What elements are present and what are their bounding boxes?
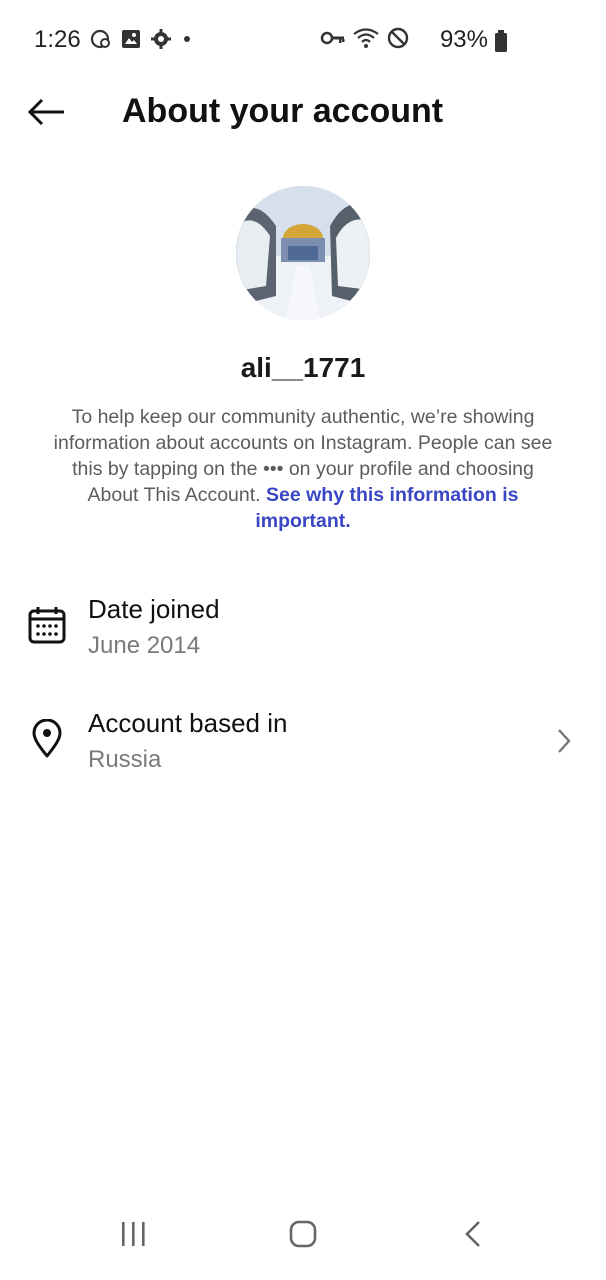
see-why-link[interactable]: See why this information is important.	[255, 484, 518, 532]
username: ali__1771	[240, 352, 366, 383]
home-icon	[288, 1219, 318, 1254]
avatar-image	[236, 186, 370, 320]
recents-icon	[118, 1220, 148, 1253]
account-based-in-label: Account based in	[88, 708, 288, 738]
calendar-icon	[26, 604, 68, 646]
wifi-icon	[352, 26, 380, 55]
gallery-icon	[120, 28, 142, 55]
dot-icon	[180, 28, 194, 55]
nav-back-button[interactable]	[448, 1216, 498, 1256]
status-right-icons	[320, 26, 410, 55]
date-joined-value: June 2014	[88, 632, 201, 659]
arrow-left-icon	[26, 97, 66, 132]
vpn-key-icon	[320, 27, 346, 54]
battery-icon	[494, 30, 508, 57]
settings-icon	[150, 28, 172, 55]
account-based-in-row[interactable]: Account based in Russia	[0, 704, 606, 786]
account-based-in-value: Russia	[88, 746, 162, 773]
chevron-right-icon	[554, 726, 574, 756]
profile-avatar	[236, 186, 370, 320]
top-app-bar: About your account	[0, 80, 606, 150]
location-pin-icon	[26, 718, 68, 760]
do-not-disturb-icon	[386, 26, 410, 55]
back-button[interactable]	[22, 94, 70, 134]
recents-button[interactable]	[108, 1216, 158, 1256]
battery-percent: 93%	[439, 26, 488, 53]
status-time: 1:26	[34, 26, 81, 53]
back-icon	[463, 1219, 483, 1254]
status-bar: 1:26 93%	[0, 0, 606, 80]
page-title: About your account	[122, 92, 444, 130]
account-info-description: To help keep our community authentic, we…	[52, 404, 554, 534]
status-left-icons	[90, 28, 194, 55]
home-button[interactable]	[278, 1216, 328, 1256]
date-joined-row: Date joined June 2014	[0, 590, 606, 670]
data-saver-icon	[90, 28, 112, 55]
date-joined-label: Date joined	[88, 594, 220, 624]
system-navigation-bar	[0, 1194, 606, 1280]
